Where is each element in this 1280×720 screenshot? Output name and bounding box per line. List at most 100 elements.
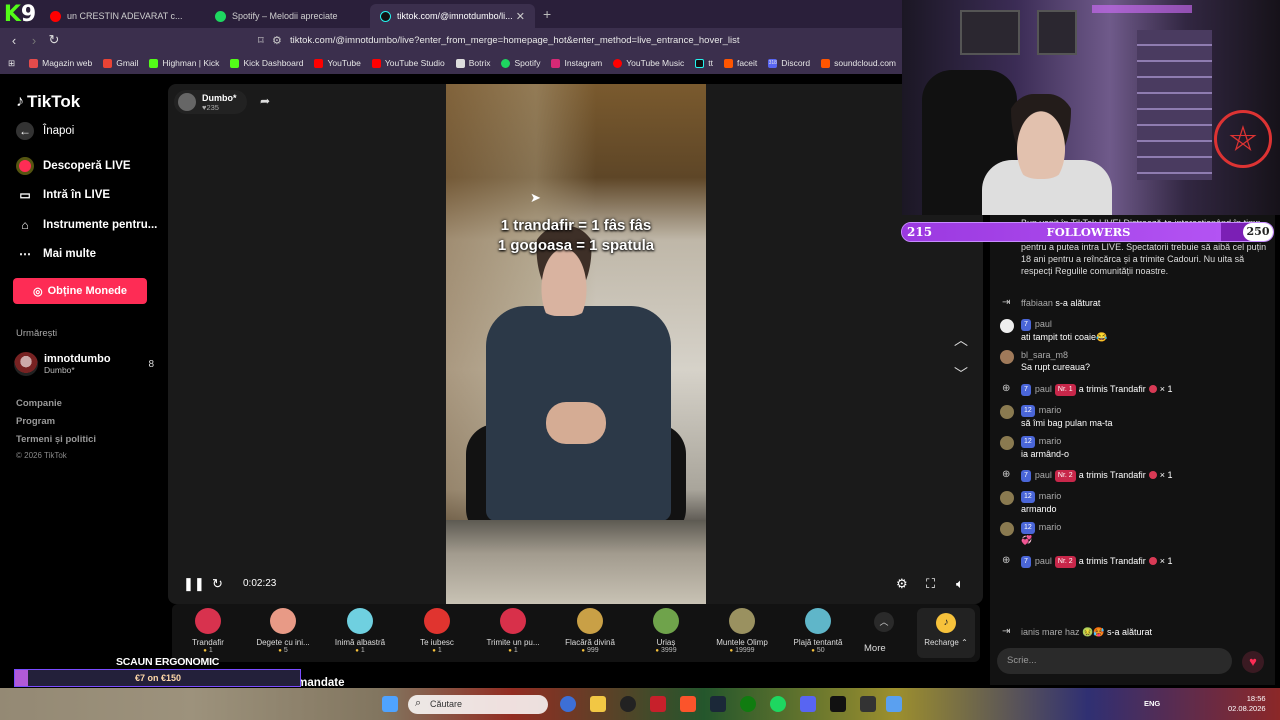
wall-poster: [960, 10, 1020, 55]
chat-message: 12 mario ia armând-o: [1000, 435, 1262, 460]
botrix-icon: [455, 58, 465, 68]
mount-olympus-gift-icon: [729, 608, 755, 634]
avatar[interactable]: [1000, 436, 1014, 450]
gift-item[interactable]: Trimite un pu... 1: [475, 608, 551, 654]
avatar[interactable]: [1000, 491, 1014, 505]
forward-arrow-icon[interactable]: ›: [24, 33, 44, 48]
chat-gift-row: ⊕ 7 paul Nr. 1a trimis Trandafir × 1: [1002, 383, 1173, 396]
bookmark-kick-dashboard[interactable]: Kick Dashboard: [230, 58, 303, 68]
level-badge: 12: [1021, 436, 1035, 448]
bookmark-discord[interactable]: 318 Discord: [768, 58, 810, 68]
home-tools-icon: ⌂: [21, 218, 29, 232]
live-video[interactable]: 1 trandafir = 1 fâs fâs 1 gogoasa = 1 sp…: [446, 84, 706, 604]
chrome-icon[interactable]: [560, 696, 576, 712]
bookmark-magazin-web[interactable]: Magazin web: [29, 58, 92, 68]
host-avatar: [178, 93, 196, 111]
youtube-icon: [50, 10, 61, 22]
windows-start-icon[interactable]: [382, 696, 398, 712]
wall-poster: [1037, 10, 1077, 55]
host-chip[interactable]: Dumbo* ♥235: [174, 90, 247, 114]
kick-icon: [230, 58, 240, 68]
gift-item[interactable]: Uriaș 3999: [628, 608, 704, 654]
reload-icon[interactable]: ↻: [44, 32, 64, 48]
streamer-face: [1006, 94, 1076, 179]
like-heart-icon[interactable]: ♥: [1242, 651, 1264, 673]
gift-item[interactable]: Flacără divină 999: [552, 608, 628, 654]
bookmark-botrix[interactable]: Botrix: [455, 58, 490, 68]
gift-item[interactable]: Plajă tentantă 50: [780, 608, 856, 654]
sidebar-item-more[interactable]: ⋯ Mai multe: [16, 245, 96, 263]
mouse-cursor-icon: ➤: [530, 190, 541, 205]
app-icon[interactable]: [650, 696, 666, 712]
love-you-gift-icon: [424, 608, 450, 634]
tab-label: un CRESTIN ADEVARAT c...: [67, 11, 183, 21]
bookmark-youtube[interactable]: YouTube: [314, 58, 361, 68]
more-gifts-button[interactable]: ︿: [872, 612, 896, 632]
get-coins-button[interactable]: ◎ Obține Monede: [13, 278, 147, 304]
sidebar-item-tools[interactable]: ⌂ Instrumente pentru...: [16, 216, 157, 234]
avatar[interactable]: [1000, 522, 1014, 536]
footer-link-program[interactable]: Program: [16, 416, 55, 427]
brave-icon[interactable]: [680, 696, 696, 712]
bookmark-tt[interactable]: tt: [695, 58, 713, 68]
tiktok-icon: [695, 58, 705, 68]
sidebar-item-discover-live[interactable]: Descoperă LIVE: [16, 157, 131, 175]
clock[interactable]: 18:56 02.08.2026: [1228, 694, 1266, 714]
gift-item[interactable]: Inimă albastră 1: [322, 608, 398, 654]
bookmark-youtube-studio[interactable]: YouTube Studio: [371, 58, 445, 68]
new-tab-icon[interactable]: +: [543, 6, 551, 22]
avatar[interactable]: [1000, 319, 1014, 333]
volume-icon[interactable]: 🔈︎: [956, 576, 964, 592]
more-gifts-label[interactable]: More: [864, 643, 886, 654]
bookmark-highman-kick[interactable]: Highman | Kick: [149, 58, 219, 68]
bookmark-gmail[interactable]: Gmail: [103, 58, 138, 68]
close-tab-icon[interactable]: ✕: [516, 10, 525, 23]
tab-youtube[interactable]: un CRESTIN ADEVARAT c...: [40, 4, 205, 28]
file-explorer-icon[interactable]: [590, 696, 606, 712]
refresh-icon[interactable]: ↻: [212, 576, 223, 592]
gift-item[interactable]: Trandafir 1: [170, 608, 246, 654]
tab-tiktok[interactable]: tiktok.com/@imnotdumbo/li... ✕: [370, 4, 535, 28]
share-icon[interactable]: ➦: [260, 94, 270, 108]
url-field[interactable]: tiktok.com/@imnotdumbo/live?enter_from_m…: [290, 35, 810, 46]
sidebar-item-go-live[interactable]: ▭ Intră în LIVE: [16, 186, 110, 204]
gift-item[interactable]: Te iubesc 1: [399, 608, 475, 654]
bookmark-youtube-music[interactable]: YouTube Music: [613, 58, 684, 68]
footer-link-terms[interactable]: Termeni și politici: [16, 434, 96, 445]
bookmark-faceit[interactable]: faceit: [723, 58, 757, 68]
footer-link-company[interactable]: Companie: [16, 398, 62, 409]
bookmark-instagram[interactable]: Instagram: [551, 58, 602, 68]
obs-icon[interactable]: [620, 696, 636, 712]
back-button[interactable]: ← Înapoi: [16, 122, 74, 140]
chat-input[interactable]: Scrie...: [997, 648, 1232, 674]
settings-gear-icon[interactable]: ⚙: [896, 576, 908, 592]
back-arrow-icon[interactable]: ‹: [4, 33, 24, 48]
tab-spotify[interactable]: Spotify – Melodii apreciate: [205, 4, 370, 28]
fullscreen-icon[interactable]: ⛶: [926, 576, 935, 592]
avatar[interactable]: [1000, 350, 1014, 364]
app-icon[interactable]: [886, 696, 902, 712]
steam-icon[interactable]: [710, 696, 726, 712]
chevron-up-icon[interactable]: ︿: [954, 330, 968, 350]
site-info-icon[interactable]: ⚙: [272, 34, 282, 47]
bookmark-icon[interactable]: ⌑: [258, 34, 264, 47]
following-account[interactable]: imnotdumbo Dumbo* 8: [14, 352, 154, 376]
discord-icon[interactable]: [800, 696, 816, 712]
bookmark-spotify[interactable]: Spotify: [501, 58, 540, 68]
xbox-icon[interactable]: [740, 696, 756, 712]
gift-item[interactable]: Muntele Olimp 19999: [704, 608, 780, 654]
gift-item[interactable]: Degete cu ini... 5: [245, 608, 321, 654]
chevron-down-icon[interactable]: ﹀: [954, 364, 968, 384]
recharge-button[interactable]: ♪ Recharge ⌃: [917, 608, 975, 658]
keyboard-language[interactable]: ENG: [1144, 699, 1160, 708]
bookmark-soundcloud[interactable]: soundcloud.com: [821, 58, 896, 68]
taskbar-search[interactable]: ⌕ Căutare: [408, 695, 548, 714]
apps-grid-icon[interactable]: ⊞: [8, 58, 15, 69]
copyright: © 2026 TikTok: [16, 451, 67, 460]
spotify-icon[interactable]: [770, 696, 786, 712]
app-icon[interactable]: [860, 696, 876, 712]
pause-icon[interactable]: ❚❚: [183, 576, 205, 592]
tiktok-logo[interactable]: ♪ TikTok: [16, 92, 80, 112]
capcut-icon[interactable]: [830, 696, 846, 712]
avatar[interactable]: [1000, 405, 1014, 419]
